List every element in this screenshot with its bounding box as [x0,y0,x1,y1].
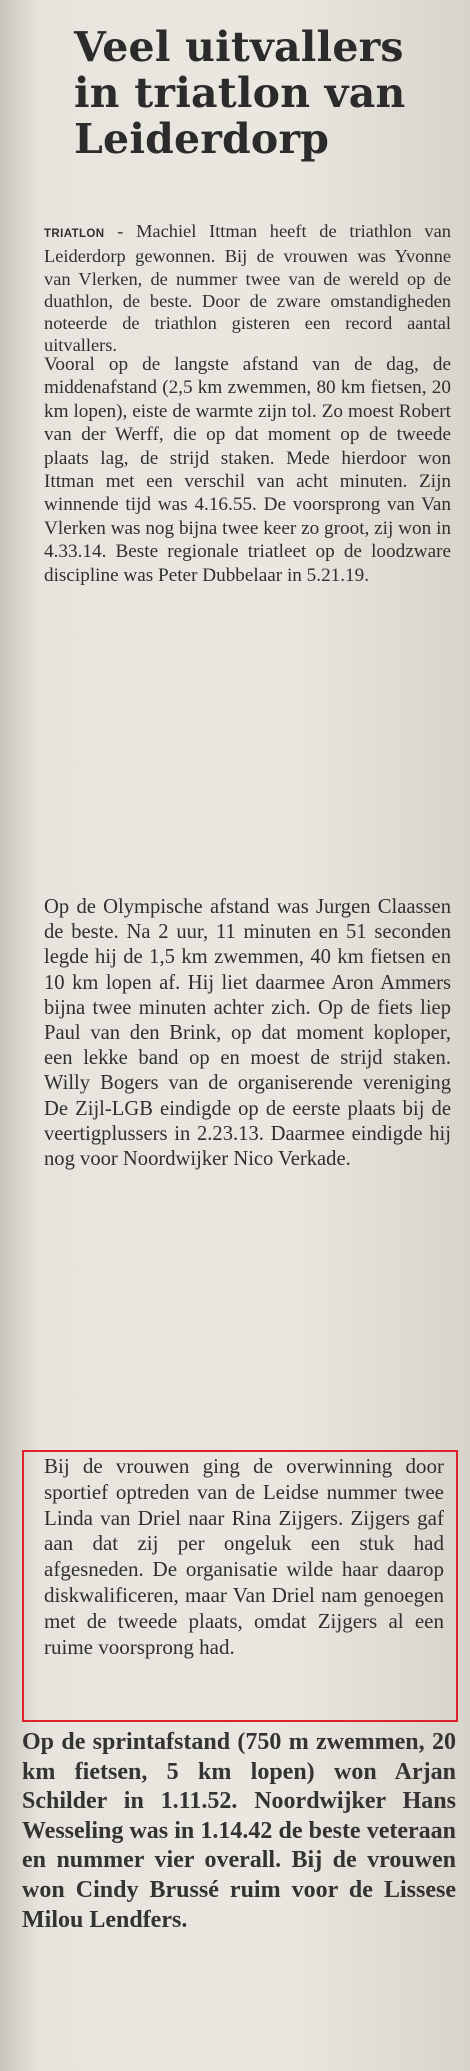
paragraph-middle-distance: Vooral op de langste afstand van de dag,… [44,354,451,586]
article-kicker: TRIATLON [44,228,105,240]
paragraph-women-highlighted: Bij de vrouwen ging de overwinning door … [44,1454,444,1659]
intro-text: Machiel Ittman heeft de triathlon van Le… [44,221,451,356]
paragraph-olympic-distance: Op de Olympische afstand was Jurgen Claa… [44,896,451,1171]
article-headline: Veel uitvallers in triatlon van Leiderdo… [74,24,458,162]
headline-line-3: Leiderdorp [74,115,330,163]
article-intro: TRIATLON - Machiel Ittman heeft de triat… [44,220,451,357]
headline-line-1: Veel uitvallers [74,23,404,71]
paragraph-sprint-distance: Op de sprintafstand (750 m zwemmen, 20 k… [22,1729,456,1933]
kicker-dash: - [104,221,137,241]
newspaper-clipping: Veel uitvallers in triatlon van Leiderdo… [0,0,470,2071]
headline-line-2: in triatlon van [74,69,406,117]
